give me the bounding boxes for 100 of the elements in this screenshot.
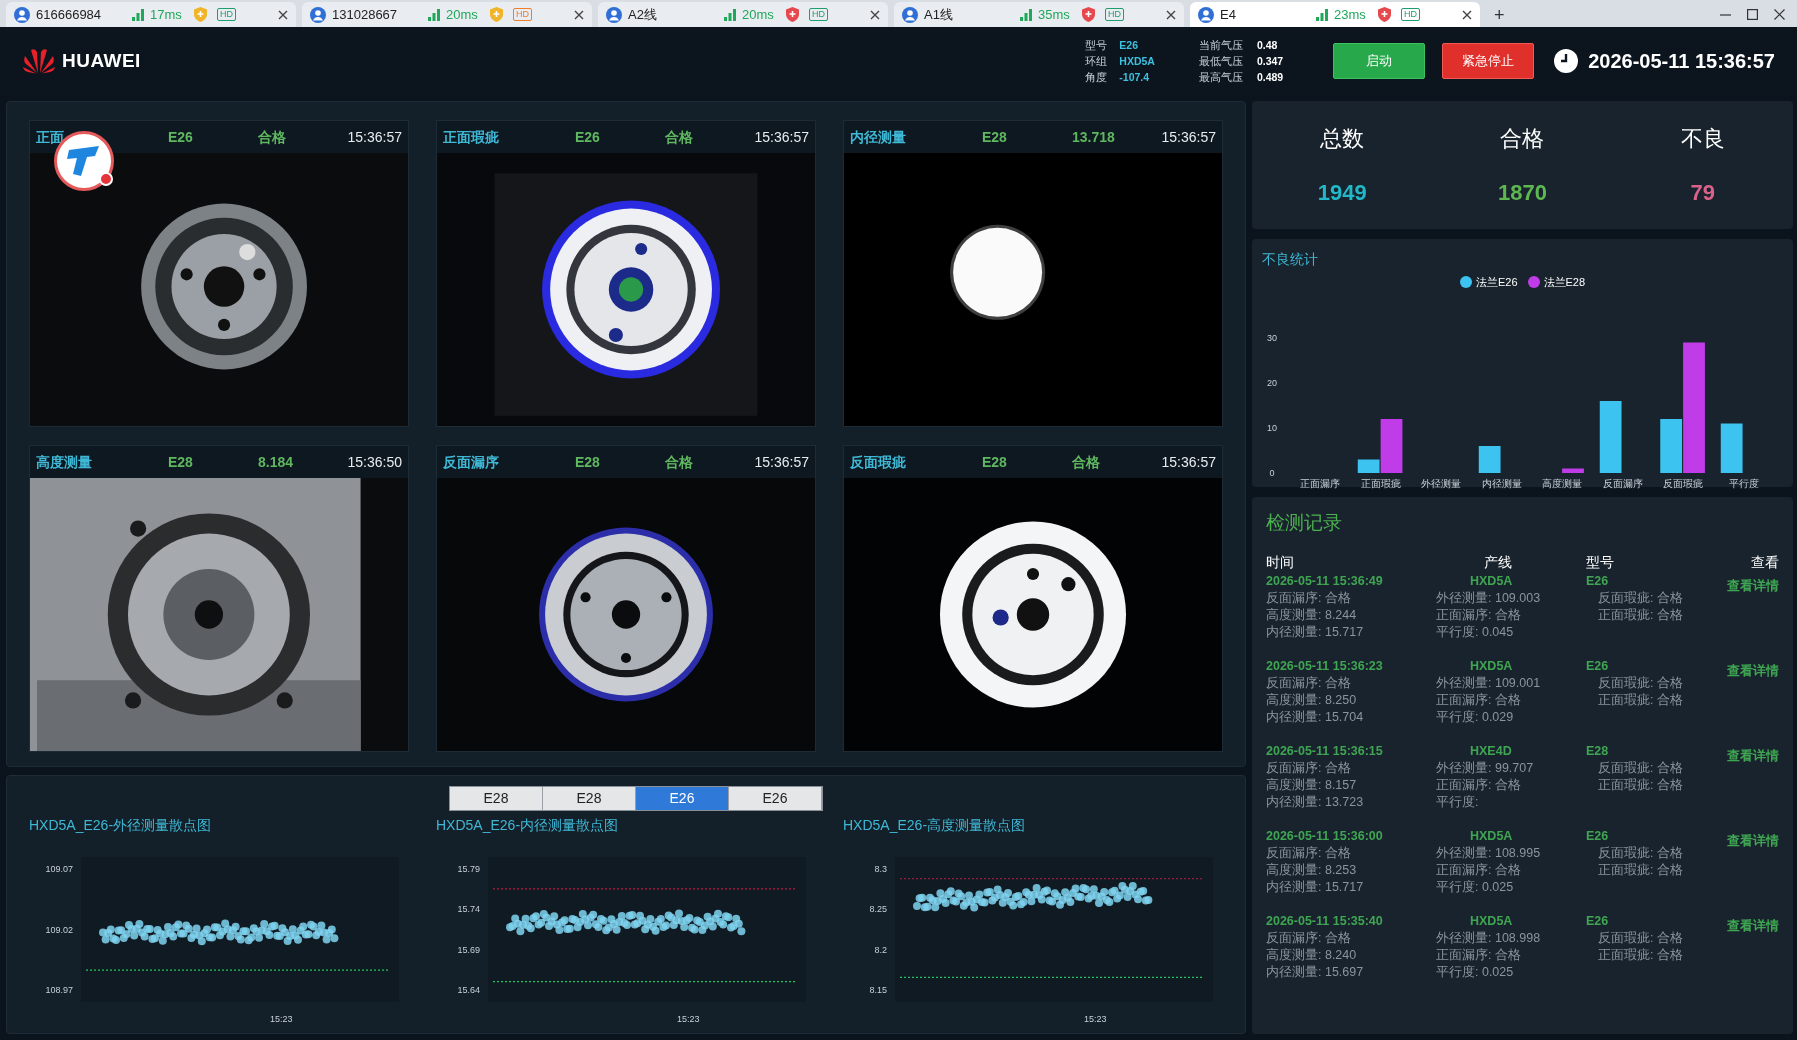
y-axis-label: 15.74 xyxy=(457,904,480,915)
ping-time: 17ms xyxy=(150,5,183,24)
browser-tab[interactable]: 616666984 17ms HD xyxy=(6,2,296,27)
browser-tab[interactable]: A2线 20ms HD xyxy=(598,2,888,27)
camera-model: E26 xyxy=(168,127,194,147)
tab-label: A1线 xyxy=(924,5,954,24)
avatar-icon xyxy=(606,6,622,23)
brand-name: HUAWEI xyxy=(62,48,141,73)
view-details-link[interactable]: 查看详情 xyxy=(1727,918,1779,933)
model-switch-tab[interactable]: E26 xyxy=(729,787,822,810)
record-detail: 反面漏序: 合格 xyxy=(1266,674,1352,692)
y-axis-label: 108.97 xyxy=(45,985,73,995)
info-value: HXD5A xyxy=(1119,54,1155,69)
record-detail: 反面瑕疵: 合格 xyxy=(1597,589,1684,607)
record-model: E26 xyxy=(1586,827,1610,845)
view-details-link[interactable]: 查看详情 xyxy=(1727,748,1779,763)
hd-badge: HD xyxy=(513,8,532,21)
x-axis-label: 15:23 xyxy=(1084,1014,1107,1024)
column-header: 产线 xyxy=(1483,552,1513,572)
camera-model: E28 xyxy=(575,452,601,472)
emergency-stop-button[interactable]: 紧急停止 xyxy=(1442,43,1535,79)
category-label: 反面漏序 xyxy=(1602,477,1643,489)
model-switch-tab[interactable]: E28 xyxy=(450,787,543,810)
info-value: E26 xyxy=(1119,38,1139,53)
pressure-label: 最低气压 xyxy=(1198,54,1243,69)
avatar-icon xyxy=(1198,6,1214,23)
close-icon[interactable] xyxy=(870,9,880,20)
close-icon[interactable] xyxy=(1166,9,1176,20)
record-time: 2026-05-11 15:35:40 xyxy=(1266,912,1384,930)
record-detail: 正面瑕疵: 合格 xyxy=(1597,861,1684,879)
view-details-link[interactable]: 查看详情 xyxy=(1727,833,1779,848)
legend-label: 法兰E28 xyxy=(1543,275,1586,290)
camera-time: 15:36:50 xyxy=(347,452,402,472)
record-model: E26 xyxy=(1586,572,1610,590)
close-icon[interactable] xyxy=(1462,9,1472,20)
new-tab-button[interactable]: + xyxy=(1486,2,1513,27)
pressure-value: 0.347 xyxy=(1256,54,1284,69)
record-detail: 内径测量: 15.697 xyxy=(1266,963,1365,981)
close-icon[interactable] xyxy=(1774,9,1785,20)
chart-title: 不良统计 xyxy=(1262,250,1319,269)
column-header: 型号 xyxy=(1586,552,1615,572)
record-model: E26 xyxy=(1586,657,1610,675)
pressure-label: 当前气压 xyxy=(1198,38,1243,53)
camera-result: 8.184 xyxy=(258,452,295,472)
signal-icon xyxy=(1316,8,1328,21)
column-header: 查看 xyxy=(1751,552,1779,572)
category-label: 高度测量 xyxy=(1542,477,1583,489)
record-detail: 平行度: 0.025 xyxy=(1436,963,1515,981)
record-detail: 正面漏序: 合格 xyxy=(1436,946,1522,964)
record-line: HXD5A xyxy=(1469,657,1514,675)
record-detail: 内径测量: 15.704 xyxy=(1266,708,1365,726)
view-details-link[interactable]: 查看详情 xyxy=(1727,663,1779,678)
camera-time: 15:36:57 xyxy=(1161,452,1216,472)
record-detail: 正面瑕疵: 合格 xyxy=(1597,946,1684,964)
record-detail: 外径测量: 108.995 xyxy=(1436,844,1542,862)
record-detail: 正面瑕疵: 合格 xyxy=(1597,691,1684,709)
record-time: 2026-05-11 15:36:49 xyxy=(1266,572,1384,590)
y-axis-label: 15.79 xyxy=(457,864,480,874)
ping-time: 23ms xyxy=(1334,5,1367,24)
legend-label: 法兰E26 xyxy=(1475,275,1518,290)
y-tick-label: 30 xyxy=(1267,332,1277,343)
tab-label: 616666984 xyxy=(36,5,103,24)
record-detail: 反面瑕疵: 合格 xyxy=(1597,759,1684,777)
hd-badge: HD xyxy=(217,8,236,21)
y-axis-label: 109.02 xyxy=(45,924,73,935)
model-switch-tab[interactable]: E28 xyxy=(543,787,636,810)
view-details-link[interactable]: 查看详情 xyxy=(1727,578,1779,593)
record-detail: 高度测量: 8.250 xyxy=(1266,691,1358,709)
close-icon[interactable] xyxy=(574,9,584,20)
record-detail: 平行度: xyxy=(1436,793,1480,811)
camera-model: E26 xyxy=(575,127,601,147)
camera-title: 正面 xyxy=(36,127,65,147)
model-switch-tab[interactable]: E26 xyxy=(636,787,729,810)
record-detail: 平行度: 0.025 xyxy=(1436,878,1515,896)
y-axis-label: 8.15 xyxy=(869,985,887,995)
record-line: HXE4D xyxy=(1469,742,1513,760)
record-detail: 正面漏序: 合格 xyxy=(1436,606,1522,624)
record-detail: 内径测量: 15.717 xyxy=(1266,878,1365,896)
signal-icon xyxy=(132,8,144,21)
stat-label: 不良 xyxy=(1679,124,1726,153)
hd-badge: HD xyxy=(1105,8,1124,21)
category-label: 正面漏序 xyxy=(1300,477,1341,489)
browser-tab[interactable]: E4 23ms HD xyxy=(1190,2,1480,27)
record-detail: 平行度: 0.045 xyxy=(1436,623,1515,641)
signal-icon xyxy=(1020,8,1032,21)
tab-label: 131028667 xyxy=(332,5,399,24)
category-label: 平行度 xyxy=(1728,477,1759,489)
y-tick-label: 10 xyxy=(1267,422,1277,433)
bar xyxy=(1562,468,1584,473)
record-detail: 高度测量: 8.253 xyxy=(1266,861,1358,879)
browser-tab[interactable]: 131028667 20ms HD xyxy=(302,2,592,27)
record-detail: 内径测量: 13.723 xyxy=(1266,793,1365,811)
bar xyxy=(1720,423,1743,473)
y-axis-label: 109.07 xyxy=(45,864,73,874)
record-time: 2026-05-11 15:36:00 xyxy=(1266,827,1384,845)
maximize-icon[interactable] xyxy=(1747,9,1758,20)
x-axis-label: 15:23 xyxy=(677,1014,700,1024)
close-icon[interactable] xyxy=(278,9,288,20)
hd-badge: HD xyxy=(1401,8,1420,21)
browser-tab[interactable]: A1线 35ms HD xyxy=(894,2,1184,27)
